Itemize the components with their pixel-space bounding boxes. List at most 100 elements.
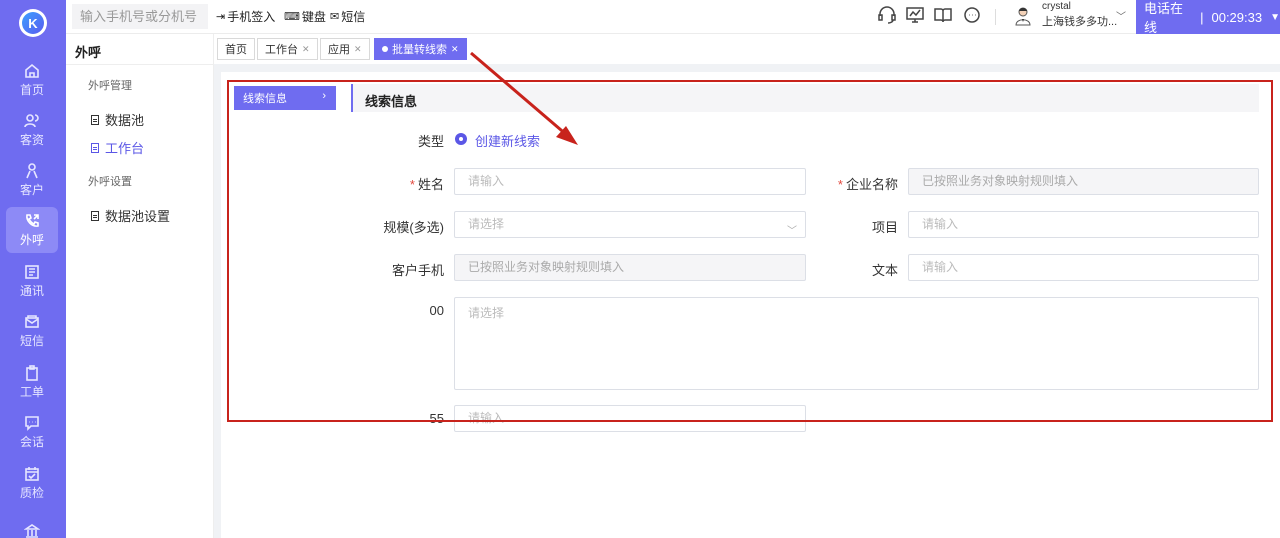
- keyboard-link[interactable]: ⌨ 键盘: [284, 8, 326, 25]
- rail-item-bank[interactable]: [6, 508, 58, 538]
- close-icon[interactable]: ✕: [302, 44, 310, 55]
- name-label-text: 姓名: [417, 177, 444, 192]
- secondary-nav: 外呼 外呼管理 数据池 工作台 外呼设置 数据池设置: [66, 34, 214, 538]
- rail-item-sms[interactable]: 短信: [6, 308, 58, 354]
- tab-home[interactable]: 首页: [217, 38, 255, 60]
- rail-item-qa[interactable]: 质检: [6, 460, 58, 506]
- contacts-icon: [25, 264, 39, 279]
- phone-input[interactable]: 已按照业务对象映射规则填入: [454, 254, 806, 281]
- module-title: 外呼: [75, 45, 102, 60]
- call-status-dropdown[interactable]: 电话在线 | 00:29:33 ▼: [1136, 0, 1280, 35]
- user-org: 上海钱多多功...: [1042, 16, 1118, 28]
- tab-label: 工作台: [265, 44, 298, 56]
- section-header: 线索信息: [351, 84, 1259, 112]
- radio-label[interactable]: 创建新线索: [475, 131, 540, 150]
- rail-label: 工单: [19, 384, 44, 399]
- rail-label: 质检: [19, 485, 44, 500]
- company-label: * 企业名称: [820, 174, 898, 193]
- outbound-call-icon: [26, 213, 39, 227]
- field-55-label: 55: [429, 411, 444, 426]
- text-label: 文本: [871, 263, 898, 278]
- clipboard-icon: [26, 364, 38, 381]
- call-status: 电话在线: [1144, 1, 1184, 35]
- nav-item-label: 工作台: [105, 141, 145, 156]
- left-rail: K 首页 客资 客户 外呼 通讯 短信 工单 会话 质检: [0, 0, 66, 538]
- sms-link[interactable]: ✉ 短信: [330, 8, 365, 25]
- monitor-chart-icon[interactable]: [905, 5, 927, 27]
- rail-label: 客资: [19, 132, 44, 147]
- tab-label: 首页: [225, 44, 247, 56]
- field-00-label: 00: [429, 303, 444, 318]
- bank-icon: [24, 524, 40, 538]
- rail-item-contacts[interactable]: 通讯: [6, 258, 58, 304]
- chevron-right-icon: ›: [322, 90, 326, 102]
- divider: [995, 9, 996, 25]
- rail-label: 短信: [19, 333, 44, 348]
- radio-create-lead[interactable]: [455, 133, 467, 145]
- section-nav-lead-info[interactable]: 线索信息 ›: [234, 86, 336, 110]
- required-mark: *: [409, 177, 415, 192]
- nav-item-data-pool[interactable]: 数据池: [91, 110, 144, 129]
- keyboard-icon: ⌨: [284, 11, 300, 23]
- user-name: crystal: [1042, 1, 1071, 12]
- headset-icon[interactable]: [877, 5, 899, 27]
- project-input[interactable]: 请输入: [908, 211, 1259, 238]
- document-icon: [91, 142, 99, 153]
- divider: [66, 64, 214, 65]
- phone-label: 客户手机: [391, 263, 444, 278]
- top-bar: 输入手机号或分机号 ⇥ 手机签入 ⌨ 键盘 ✉ 短信 crystal 上海钱多多…: [66, 0, 1280, 35]
- rail-item-home[interactable]: 首页: [6, 57, 58, 103]
- tab-workbench[interactable]: 工作台 ✕: [257, 38, 318, 60]
- tab-label: 应用: [328, 44, 350, 56]
- rail-label: 通讯: [19, 283, 44, 298]
- company-input[interactable]: 已按照业务对象映射规则填入: [908, 168, 1259, 195]
- name-label: * 姓名: [390, 174, 444, 193]
- customer-icon: [26, 162, 38, 178]
- quality-check-icon: [25, 466, 39, 481]
- book-icon[interactable]: [933, 5, 955, 27]
- sms-label: 短信: [341, 10, 366, 24]
- close-icon[interactable]: ✕: [451, 44, 459, 55]
- tab-apps[interactable]: 应用 ✕: [320, 38, 370, 60]
- keyboard-label: 键盘: [301, 10, 326, 24]
- nav-item-data-pool-settings[interactable]: 数据池设置: [91, 206, 170, 225]
- scale-label: 规模(多选): [383, 220, 444, 235]
- project-label: 项目: [871, 220, 898, 235]
- chevron-down-icon[interactable]: ﹀: [1116, 8, 1126, 23]
- chevron-down-icon: ﹀: [787, 226, 797, 237]
- users-icon: [24, 113, 39, 127]
- app-logo[interactable]: K: [19, 9, 47, 37]
- document-icon: [91, 114, 99, 125]
- rail-item-customer[interactable]: 客户: [6, 157, 58, 203]
- nav-group-outbound-manage: 外呼管理: [88, 80, 132, 92]
- status-divider: |: [1200, 9, 1204, 25]
- active-dot-icon: [382, 46, 388, 52]
- name-input[interactable]: 请输入: [454, 168, 806, 195]
- text-input[interactable]: 请输入: [908, 254, 1259, 281]
- scale-select[interactable]: 请选择 ﹀: [454, 211, 806, 238]
- field-00-textarea[interactable]: 请选择: [454, 297, 1259, 390]
- close-icon[interactable]: ✕: [354, 44, 362, 55]
- logo-mark: K: [22, 12, 44, 34]
- rail-item-session[interactable]: 会话: [6, 409, 58, 455]
- rail-label: 首页: [19, 82, 44, 97]
- field-55-input[interactable]: 请输入: [454, 405, 806, 432]
- search-input[interactable]: 输入手机号或分机号: [72, 4, 208, 29]
- tab-bar: 首页 工作台 ✕ 应用 ✕ 批量转线索 ✕: [214, 34, 1280, 64]
- phone-checkin-link[interactable]: ⇥ 手机签入: [216, 8, 275, 25]
- rail-item-outbound[interactable]: 外呼: [6, 207, 58, 253]
- section-title: 线索信息: [365, 94, 418, 109]
- section-nav-label: 线索信息: [243, 93, 287, 105]
- user-avatar-icon[interactable]: [1014, 6, 1032, 26]
- nav-item-workbench[interactable]: 工作台: [91, 138, 144, 157]
- call-timer: 00:29:33: [1211, 9, 1263, 25]
- rail-item-leads[interactable]: 客资: [6, 107, 58, 153]
- message-icon: [25, 314, 39, 328]
- tab-label: 批量转线索: [392, 44, 447, 56]
- chat-bubble-icon[interactable]: [962, 5, 984, 27]
- scale-placeholder: 请选择: [468, 217, 505, 231]
- rail-item-ticket[interactable]: 工单: [6, 359, 58, 405]
- chat-icon: [25, 415, 39, 431]
- checkin-label: 手机签入: [227, 10, 276, 24]
- tab-batch-to-leads[interactable]: 批量转线索 ✕: [374, 38, 467, 60]
